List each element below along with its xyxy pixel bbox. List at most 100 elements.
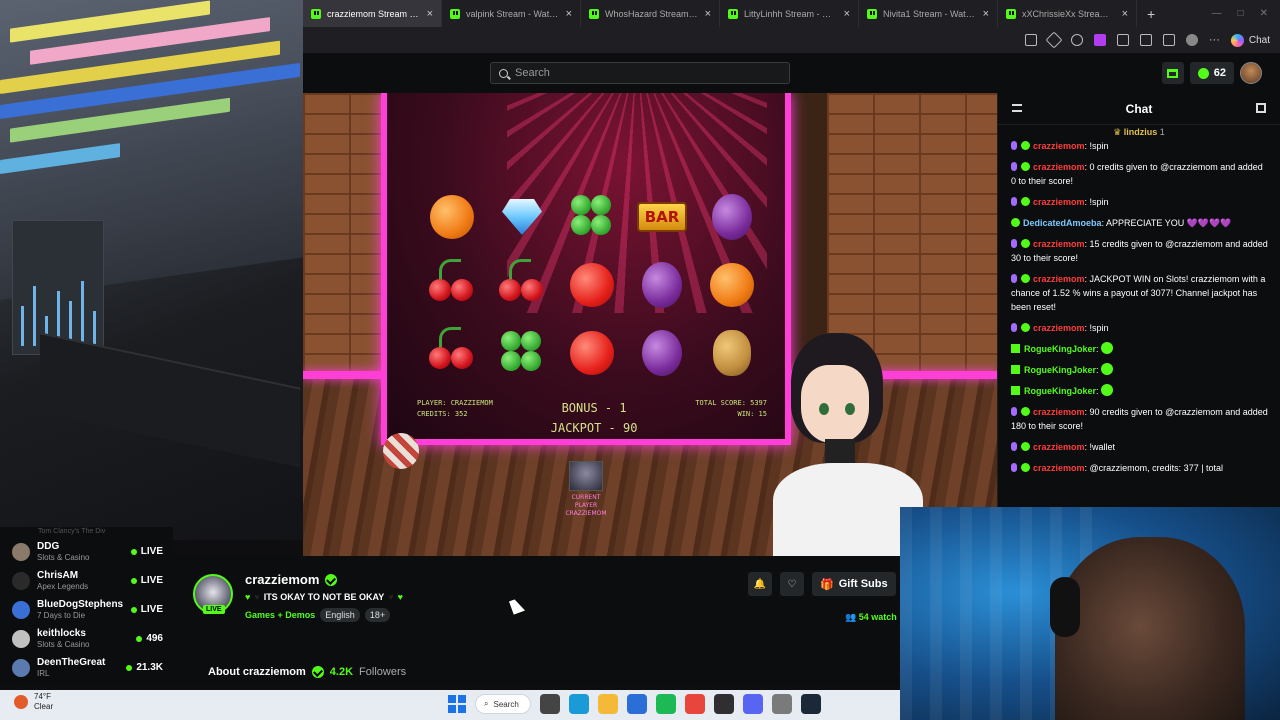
- chat-title: Chat: [1125, 101, 1153, 116]
- pinned-gifter[interactable]: ♛ lindzius 1: [998, 125, 1280, 139]
- puzzle-icon[interactable]: [1116, 34, 1129, 46]
- star-icon[interactable]: [1045, 31, 1063, 49]
- follow-heart-icon[interactable]: ♡: [780, 572, 804, 596]
- chat-username[interactable]: RogueKingJoker: [1024, 386, 1096, 396]
- emote-icon: [1101, 363, 1114, 375]
- collapse-chat-icon[interactable]: [1012, 104, 1022, 112]
- green-heart-icon: ♥: [397, 592, 403, 602]
- sidebar-channel[interactable]: BlueDogStephens 7 Days to Die LIVE: [12, 595, 163, 624]
- tag-pill[interactable]: 18+: [364, 608, 391, 622]
- verified-badge-icon: [1021, 239, 1030, 248]
- discord-icon[interactable]: [743, 694, 763, 714]
- reader-icon[interactable]: [1024, 34, 1037, 46]
- steam-icon[interactable]: [801, 694, 821, 714]
- twitch-extension-icon[interactable]: [1093, 34, 1106, 46]
- stream-video-player[interactable]: BAR PLAYER: CRAZZIEMOM CREDITS: 352 BONU…: [303, 93, 997, 556]
- store-icon[interactable]: [627, 694, 647, 714]
- verified-icon: [311, 666, 324, 678]
- chat-username[interactable]: crazziemom: [1033, 274, 1085, 284]
- tag-pill[interactable]: English: [320, 608, 360, 622]
- browser-tab[interactable]: Nivita1 Stream - Watch Live ×: [859, 0, 998, 27]
- chat-message: RogueKingJoker:: [1011, 342, 1268, 356]
- subscriber-badge-icon: [1011, 463, 1017, 472]
- chat-settings-icon[interactable]: [1256, 103, 1266, 113]
- bell-icon[interactable]: 🔔: [748, 572, 772, 596]
- chat-username[interactable]: crazziemom: [1033, 141, 1085, 151]
- browser-tab[interactable]: LittyLinhh Stream - Watch L ×: [720, 0, 859, 27]
- diamond-symbol-icon: [487, 183, 557, 251]
- taskbar-search[interactable]: ⌕ Search: [475, 694, 531, 714]
- channel-name: keithlocks: [37, 627, 86, 639]
- browser-tab[interactable]: valpink Stream - Watch Live ×: [442, 0, 581, 27]
- window-controls: — □ ✕: [1212, 8, 1280, 19]
- sidebar-channel[interactable]: ChrisAM Apex Legends LIVE: [12, 566, 163, 595]
- gift-subs-button[interactable]: 🎁 Gift Subs: [812, 572, 896, 596]
- chat-message: crazziemom: !spin: [1011, 195, 1268, 209]
- chat-username[interactable]: crazziemom: [1033, 407, 1085, 417]
- bar-symbol-icon: BAR: [627, 183, 697, 251]
- file-explorer-icon[interactable]: [598, 694, 618, 714]
- close-tab-icon[interactable]: ×: [427, 8, 433, 20]
- close-window-icon[interactable]: ✕: [1260, 8, 1268, 19]
- sidebar-channel[interactable]: DeenTheGreat IRL 21.3K: [12, 653, 163, 682]
- user-avatar[interactable]: [1240, 62, 1262, 84]
- about-section: About crazziemom 4.2K Followers: [208, 666, 407, 678]
- maximize-icon[interactable]: □: [1238, 8, 1244, 19]
- chat-username[interactable]: DedicatedAmoeba: [1023, 218, 1102, 228]
- channel-category: Slots & Casino: [37, 639, 90, 649]
- chat-message: RogueKingJoker:: [1011, 363, 1268, 377]
- sidebar-channel[interactable]: DDG Slots & Casino LIVE: [12, 537, 163, 566]
- search-input[interactable]: Search: [490, 62, 790, 84]
- more-menu-icon[interactable]: ···: [1209, 34, 1220, 46]
- weather-widget[interactable]: 74°F Clear: [14, 692, 53, 712]
- browser-tab[interactable]: xXChrissieXx Stream - W ×: [998, 0, 1137, 27]
- copilot-chat-button[interactable]: Chat: [1230, 33, 1270, 47]
- task-view-icon[interactable]: [540, 694, 560, 714]
- extension-icon[interactable]: [1070, 34, 1083, 46]
- edge-icon[interactable]: [569, 694, 589, 714]
- tab-title: Nivita1 Stream - Watch Live: [883, 8, 977, 19]
- chrome-icon[interactable]: [685, 694, 705, 714]
- chat-message: DedicatedAmoeba: APPRECIATE YOU 💜💜💜💜: [1011, 216, 1268, 230]
- crown-icon: ♛: [1113, 127, 1122, 137]
- emote-icon: [1101, 384, 1114, 396]
- spotify-icon[interactable]: [656, 694, 676, 714]
- chat-username[interactable]: RogueKingJoker: [1024, 344, 1096, 354]
- browser-tab[interactable]: WhosHazard Stream - Watch ×: [581, 0, 720, 27]
- close-tab-icon[interactable]: ×: [983, 8, 989, 20]
- chat-username[interactable]: crazziemom: [1033, 323, 1085, 333]
- verified-badge-icon: [1011, 218, 1020, 227]
- chat-username[interactable]: crazziemom: [1033, 197, 1085, 207]
- verified-badge-icon: [1021, 407, 1030, 416]
- recommended-channels: Tom Clancy's The Div DDG Slots & Casino LI…: [0, 527, 173, 685]
- subscriber-badge-icon: [1011, 141, 1017, 150]
- gift-icon: 🎁: [820, 578, 834, 591]
- collections-icon[interactable]: [1162, 34, 1175, 46]
- close-tab-icon[interactable]: ×: [566, 8, 572, 20]
- chat-username[interactable]: crazziemom: [1033, 463, 1085, 473]
- slot-machine: BAR PLAYER: CRAZZIEMOM CREDITS: 352 BONU…: [381, 93, 791, 445]
- chat-username[interactable]: RogueKingJoker: [1024, 365, 1096, 375]
- channel-name[interactable]: crazziemom: [245, 572, 338, 587]
- close-tab-icon[interactable]: ×: [1122, 8, 1128, 20]
- settings-icon[interactable]: [772, 694, 792, 714]
- chat-username[interactable]: crazziemom: [1033, 442, 1085, 452]
- windows-start-icon[interactable]: [448, 695, 466, 713]
- green-heart-icon: ♥: [245, 592, 251, 602]
- new-tab-button[interactable]: +: [1137, 6, 1165, 22]
- points-button[interactable]: 62: [1189, 62, 1234, 84]
- taskbar-apps: ⌕ Search: [448, 694, 821, 714]
- gift-icon[interactable]: [1161, 62, 1184, 84]
- close-tab-icon[interactable]: ×: [705, 8, 711, 20]
- category-link[interactable]: Games + Demos: [245, 610, 315, 620]
- chat-username[interactable]: crazziemom: [1033, 162, 1085, 172]
- close-tab-icon[interactable]: ×: [844, 8, 850, 20]
- chat-username[interactable]: crazziemom: [1033, 239, 1085, 249]
- minimize-icon[interactable]: —: [1212, 8, 1222, 19]
- favorites-icon[interactable]: [1139, 34, 1152, 46]
- header-actions: 62: [1161, 62, 1262, 84]
- obs-icon[interactable]: [714, 694, 734, 714]
- profile-icon[interactable]: [1185, 34, 1198, 46]
- browser-tab[interactable]: crazziemom Stream - W ×: [303, 0, 442, 27]
- sidebar-channel[interactable]: keithlocks Slots & Casino 496: [12, 624, 163, 653]
